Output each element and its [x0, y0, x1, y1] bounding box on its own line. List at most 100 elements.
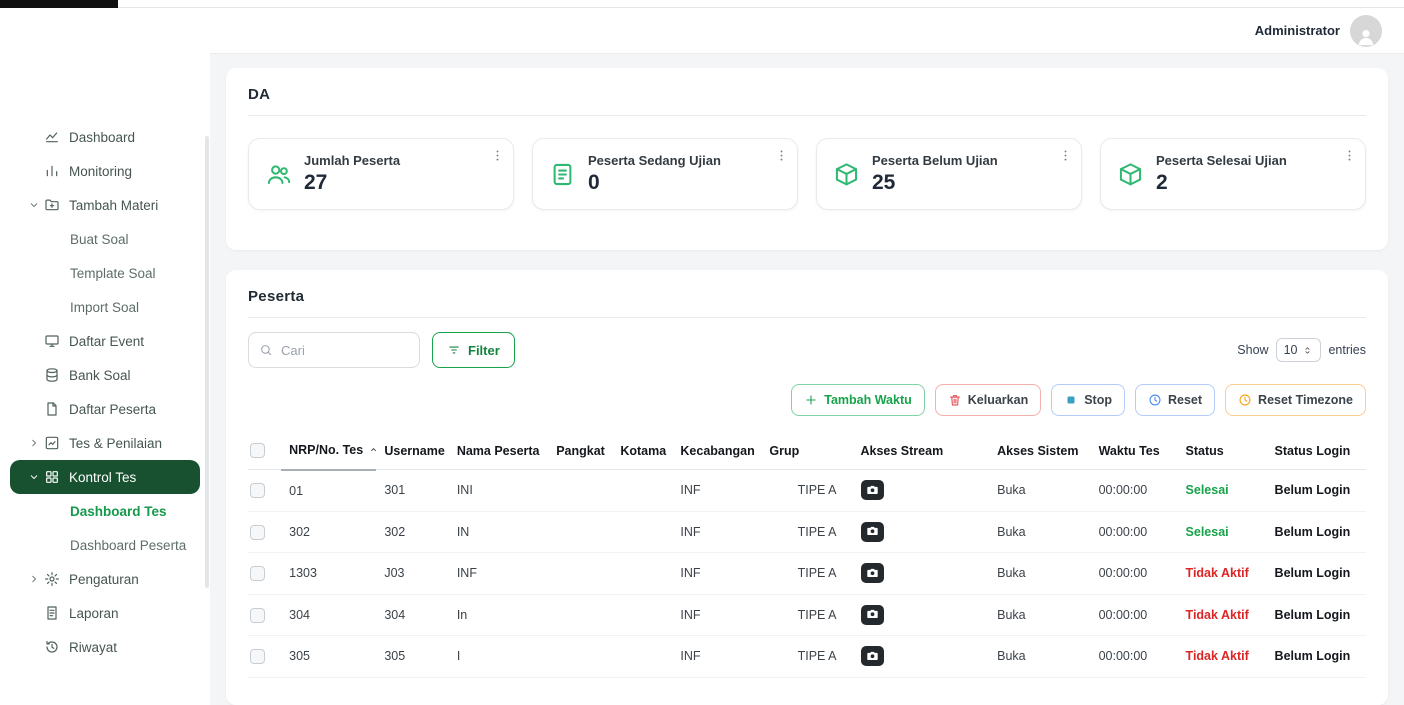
column-header-nrp-no-tes[interactable]: NRP/No. Tes	[281, 432, 376, 470]
entries-select[interactable]: 10	[1276, 338, 1322, 362]
sidebar-item-dashboard[interactable]: Dashboard	[10, 120, 200, 154]
sort-caret-icon[interactable]	[368, 444, 376, 455]
table-row: 302302ININFTIPE ABuka00:00:00SelesaiBelu…	[248, 511, 1366, 553]
cell-checkbox	[248, 677, 281, 687]
search-input[interactable]	[281, 343, 409, 358]
camera-stream-icon[interactable]	[861, 646, 884, 666]
select-all-checkbox[interactable]	[250, 443, 265, 458]
column-header-kecabangan[interactable]: Kecabangan	[672, 432, 761, 470]
sidebar-scrollbar[interactable]	[205, 136, 209, 588]
row-checkbox[interactable]	[250, 525, 265, 540]
camera-stream-icon[interactable]	[861, 480, 884, 500]
table-header-row: NRP/No. TesUsernameNama PesertaPangkatKo…	[248, 432, 1366, 470]
funnel-icon	[447, 343, 461, 357]
app-window: DashboardMonitoringTambah MateriBuat Soa…	[0, 0, 1404, 705]
sidebar: DashboardMonitoringTambah MateriBuat Soa…	[0, 8, 210, 705]
cell-status-login: Belum Login	[1267, 594, 1366, 636]
sidebar-item-riwayat[interactable]: Riwayat	[10, 630, 200, 664]
sidebar-item-buat-soal[interactable]: Buat Soal	[10, 222, 200, 256]
stat-text: Peserta Selesai Ujian2	[1156, 153, 1287, 195]
page-title: DA	[248, 86, 1366, 103]
cell-pangkat	[548, 677, 612, 687]
cell-akses-stream	[853, 553, 990, 595]
column-header-kotama[interactable]: Kotama	[612, 432, 672, 470]
row-checkbox[interactable]	[250, 608, 265, 623]
cell-username: 302	[376, 511, 448, 553]
actions-row: Tambah Waktu Keluarkan Stop Reset Reset Time…	[248, 384, 1366, 416]
kebab-menu-icon[interactable]	[1058, 148, 1073, 163]
sidebar-item-template-soal[interactable]: Template Soal	[10, 256, 200, 290]
report-icon	[44, 605, 60, 621]
tambah-waktu-button[interactable]: Tambah Waktu	[791, 384, 925, 416]
cell-akses-sistem: Buka	[989, 511, 1090, 553]
camera-stream-icon[interactable]	[861, 563, 884, 583]
cell-kecabangan: INF	[672, 677, 761, 687]
cell-akses-sistem: Buka	[989, 594, 1090, 636]
clock-icon	[1148, 393, 1162, 407]
column-header-status[interactable]: Status	[1178, 432, 1267, 470]
row-checkbox[interactable]	[250, 649, 265, 664]
column-header-nama-peserta[interactable]: Nama Peserta	[449, 432, 548, 470]
avatar[interactable]	[1350, 15, 1382, 47]
sidebar-item-tambah-materi[interactable]: Tambah Materi	[10, 188, 200, 222]
sidebar-item-daftar-peserta[interactable]: Daftar Peserta	[10, 392, 200, 426]
stat-card-value: 25	[872, 171, 998, 195]
filter-button[interactable]: Filter	[432, 332, 515, 368]
plus-icon	[804, 393, 818, 407]
keluarkan-button[interactable]: Keluarkan	[935, 384, 1041, 416]
sidebar-item-pengaturan[interactable]: Pengaturan	[10, 562, 200, 596]
cell-status: Tidak Aktif	[1178, 594, 1267, 636]
cell-akses-stream	[853, 594, 990, 636]
cell-status-login: Belum Login	[1267, 470, 1366, 512]
stat-card-peserta-selesai-ujian: Peserta Selesai Ujian2	[1100, 138, 1366, 210]
sidebar-item-monitoring[interactable]: Monitoring	[10, 154, 200, 188]
cell-kotama	[612, 594, 672, 636]
sidebar-item-laporan[interactable]: Laporan	[10, 596, 200, 630]
peserta-table-wrap: NRP/No. TesUsernameNama PesertaPangkatKo…	[248, 432, 1366, 687]
camera-stream-icon[interactable]	[861, 522, 884, 542]
package-icon	[833, 161, 860, 188]
column-header-username[interactable]: Username	[376, 432, 448, 470]
column-header-grup[interactable]: Grup	[761, 432, 852, 470]
column-header-status-login[interactable]: Status Login	[1267, 432, 1366, 470]
cell-checkbox	[248, 553, 281, 595]
kebab-menu-icon[interactable]	[490, 148, 505, 163]
cell-username: 06	[376, 677, 448, 687]
sidebar-item-tes-penilaian[interactable]: Tes & Penilaian	[10, 426, 200, 460]
column-header-waktu-tes[interactable]: Waktu Tes	[1091, 432, 1178, 470]
table-row: 30606ININFTIPE ABuka00:00:00Tidak AktifB…	[248, 677, 1366, 687]
row-checkbox[interactable]	[250, 566, 265, 581]
sidebar-item-dashboard-tes[interactable]: Dashboard Tes	[10, 494, 200, 528]
sidebar-item-label: Template Soal	[70, 266, 156, 281]
chart-icon	[44, 435, 60, 451]
cell-kotama	[612, 553, 672, 595]
cell-nrp: 304	[281, 594, 376, 636]
sidebar-item-kontrol-tes[interactable]: Kontrol Tes	[10, 460, 200, 494]
content: DA Jumlah Peserta27Peserta Sedang Ujian0…	[210, 54, 1404, 705]
stat-cards-row: Jumlah Peserta27Peserta Sedang Ujian0Pes…	[248, 138, 1366, 210]
cell-nama: I	[449, 636, 548, 678]
history-icon	[44, 639, 60, 655]
stat-card-peserta-sedang-ujian: Peserta Sedang Ujian0	[532, 138, 798, 210]
package-icon	[1117, 161, 1144, 188]
sidebar-item-import-soal[interactable]: Import Soal	[10, 290, 200, 324]
column-header-akses-sistem[interactable]: Akses Sistem	[989, 432, 1090, 470]
reset-button[interactable]: Reset	[1135, 384, 1215, 416]
cell-status-login: Belum Login	[1267, 511, 1366, 553]
stop-button[interactable]: Stop	[1051, 384, 1125, 416]
reset-timezone-button[interactable]: Reset Timezone	[1225, 384, 1366, 416]
row-checkbox[interactable]	[250, 483, 265, 498]
cell-grup: TIPE A	[761, 511, 852, 553]
entries-value: 10	[1284, 343, 1298, 357]
kebab-menu-icon[interactable]	[774, 148, 789, 163]
stat-card-label: Peserta Belum Ujian	[872, 153, 998, 168]
camera-stream-icon[interactable]	[861, 605, 884, 625]
sidebar-item-daftar-event[interactable]: Daftar Event	[10, 324, 200, 358]
sidebar-item-bank-soal[interactable]: Bank Soal	[10, 358, 200, 392]
chevron-down-icon	[24, 471, 44, 483]
column-header-akses-stream[interactable]: Akses Stream	[853, 432, 990, 470]
column-header-pangkat[interactable]: Pangkat	[548, 432, 612, 470]
kebab-menu-icon[interactable]	[1342, 148, 1357, 163]
cell-status: Tidak Aktif	[1178, 636, 1267, 678]
sidebar-item-dashboard-peserta[interactable]: Dashboard Peserta	[10, 528, 200, 562]
